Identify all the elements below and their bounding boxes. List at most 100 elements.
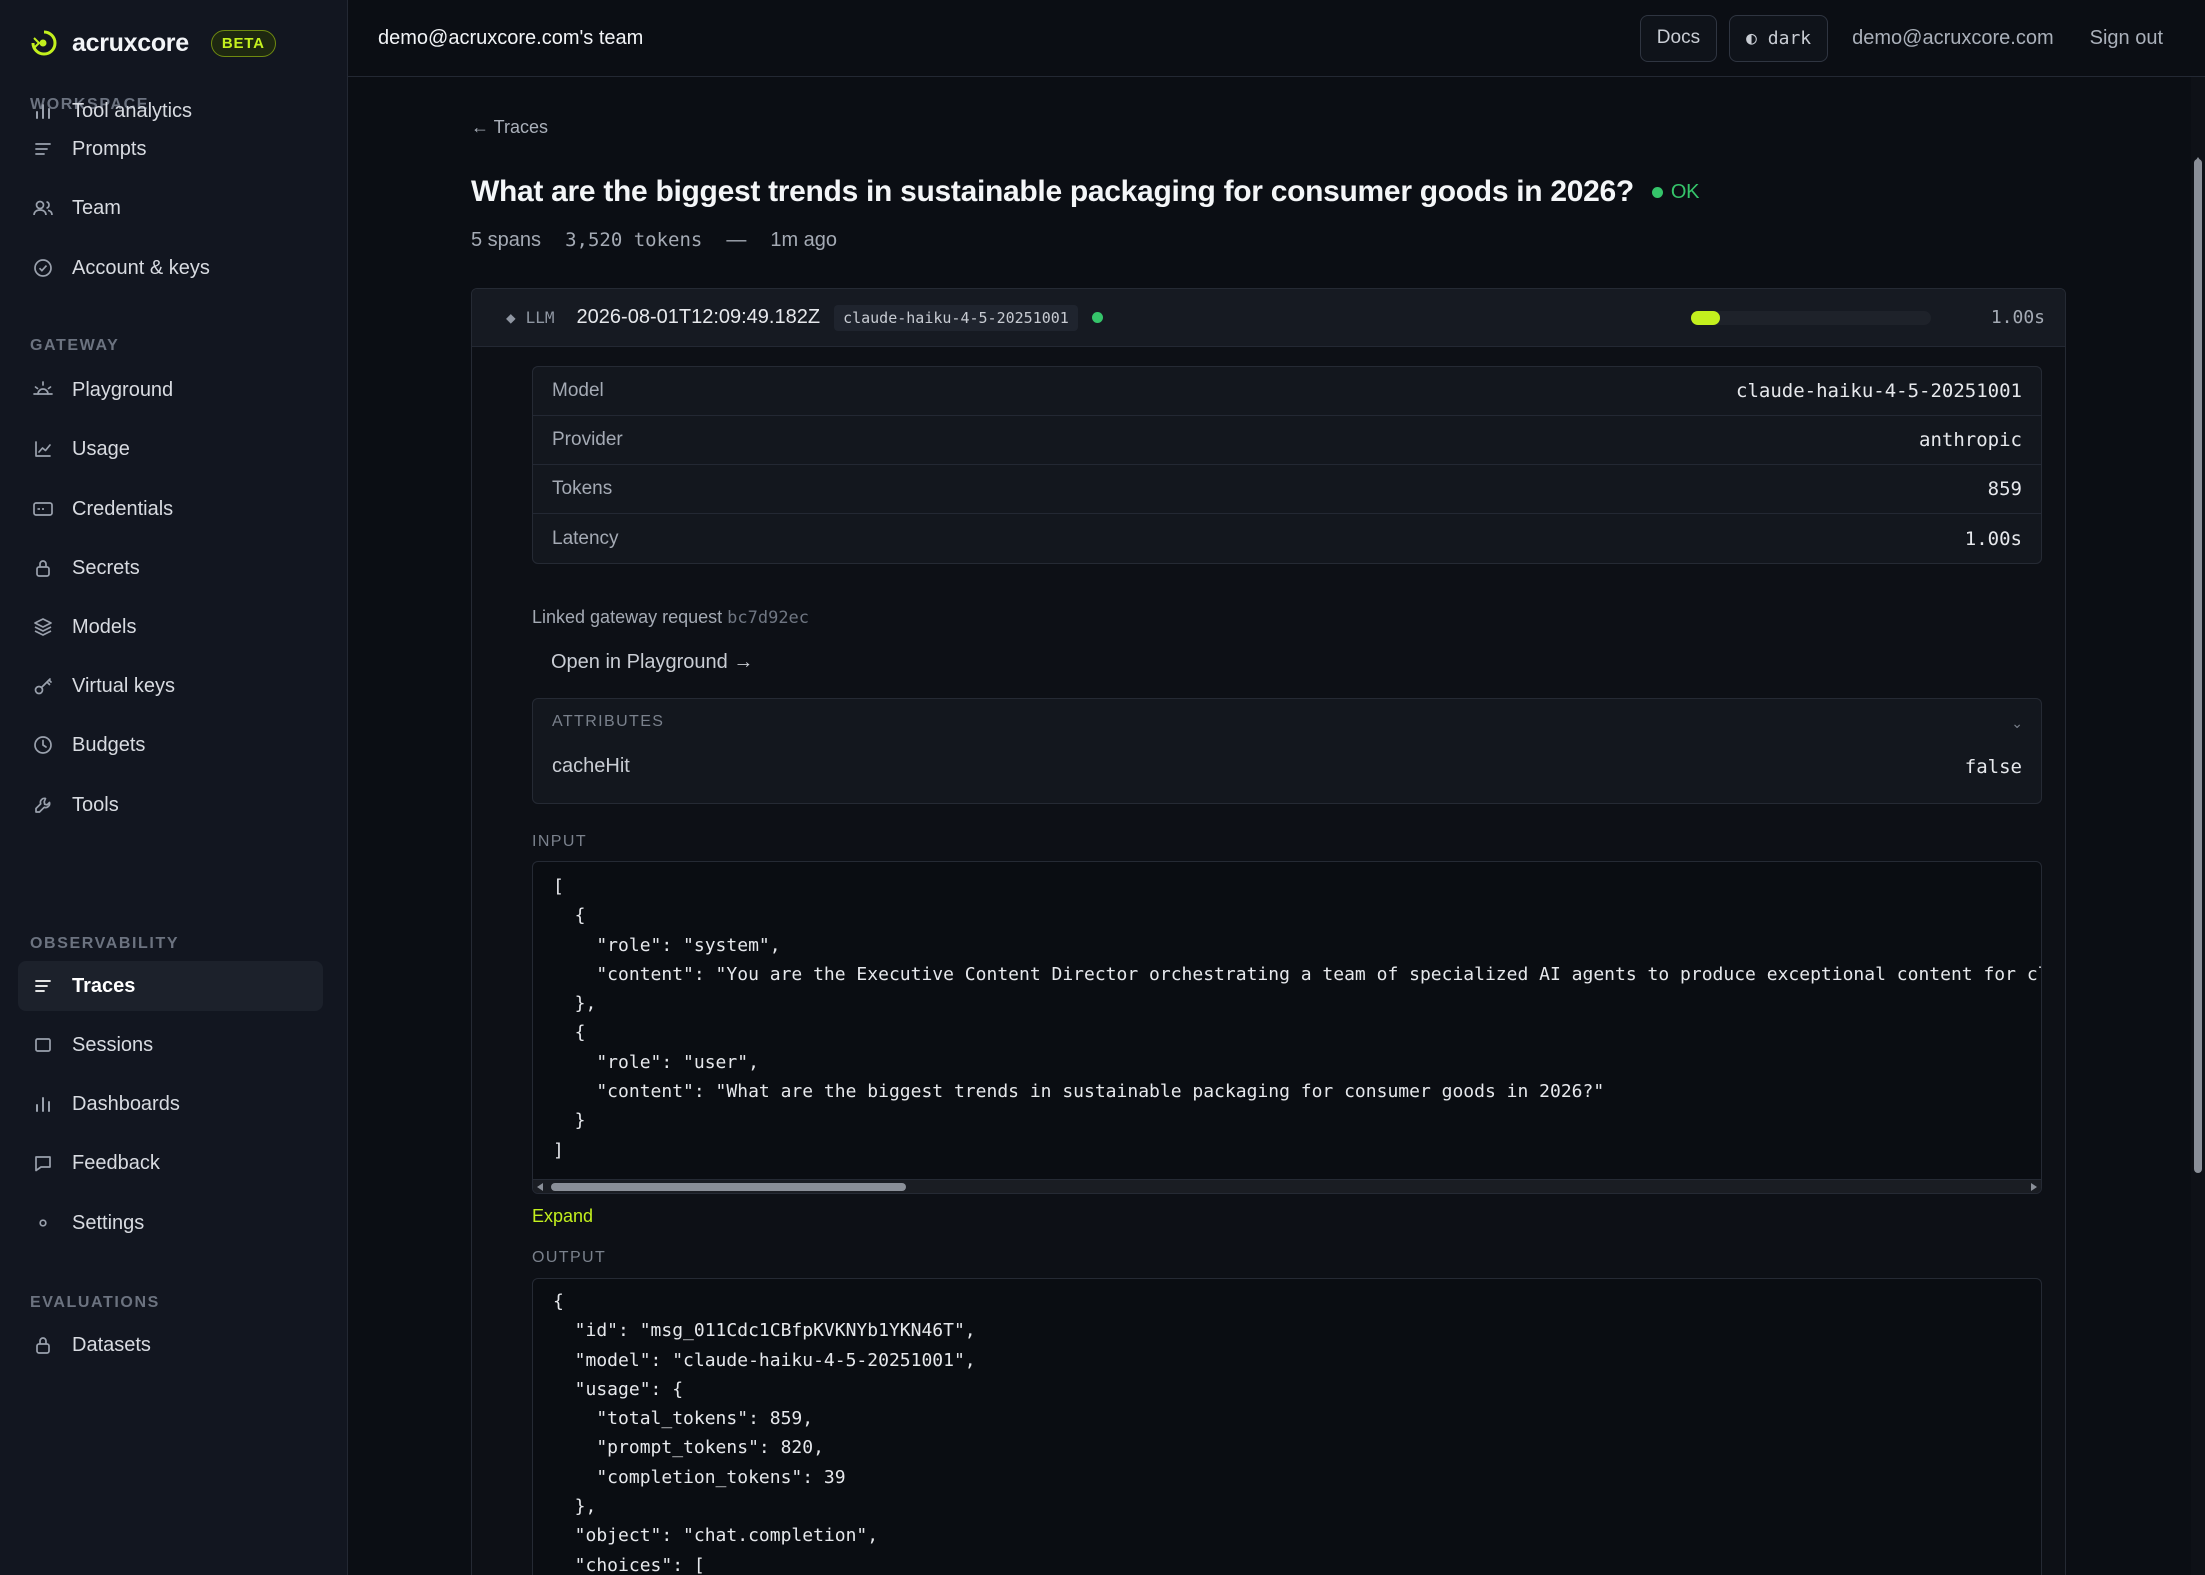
output-code-block[interactable]: { "id": "msg_011Cdc1CBfpKVKNYb1YKN46T", … <box>532 1278 2042 1575</box>
theme-toggle[interactable]: ◐ dark <box>1729 14 1829 62</box>
sidebar-item-label: Credentials <box>72 497 174 520</box>
output-label: OUTPUT <box>532 1249 607 1266</box>
detail-value: 1.00s <box>1964 527 2022 550</box>
input-label: INPUT <box>532 833 587 850</box>
sidebar-item-secrets[interactable]: Secrets <box>18 543 323 593</box>
input-code-line: } <box>553 1110 586 1132</box>
sidebar-section-gateway: GATEWAY <box>30 337 120 354</box>
span-timeline-fill <box>1690 310 1720 325</box>
card-icon <box>32 498 54 520</box>
brand-logo-icon <box>30 29 58 57</box>
sidebar-item-label: Datasets <box>72 1333 151 1356</box>
sidebar-section-observability: OBSERVABILITY <box>30 935 180 952</box>
detail-value: anthropic <box>1919 429 2022 451</box>
detail-value: 859 <box>1987 478 2022 500</box>
output-code-line: "completion_tokens": 39 <box>553 1466 846 1488</box>
sidebar-item-label: Sessions <box>72 1033 154 1056</box>
sidebar-item-budgets[interactable]: Budgets <box>18 720 323 770</box>
layers-icon <box>32 616 54 638</box>
detail-row-latency: Latency 1.00s <box>533 514 2041 563</box>
sidebar-item-account-keys[interactable]: Account & keys <box>18 243 323 293</box>
square-icon <box>32 1034 54 1056</box>
sidebar-item-label: Dashboards <box>72 1092 180 1115</box>
detail-row-model: Model claude-haiku-4-5-20251001 <box>533 367 2041 416</box>
sidebar-item-feedback[interactable]: Feedback <box>18 1138 323 1188</box>
sidebar-item-label: Secrets <box>72 556 140 579</box>
sidebar-item-label: Usage <box>72 437 130 460</box>
input-code-line: "content": "You are the Executive Conten… <box>553 963 2042 985</box>
sidebar-item-label: Virtual keys <box>72 674 176 697</box>
sidebar-item-label: Feedback <box>72 1151 160 1174</box>
sidebar-item-tools[interactable]: Tools <box>18 780 323 830</box>
scroll-right-icon[interactable] <box>2031 1183 2037 1191</box>
sidebar-item-label: Models <box>72 615 137 638</box>
scroll-left-icon[interactable] <box>537 1183 543 1191</box>
sidebar-item-credentials[interactable]: Credentials <box>18 484 323 534</box>
sidebar-item-label: Budgets <box>72 733 146 756</box>
input-code-line: "role": "user", <box>553 1051 759 1073</box>
output-code-line: "id": "msg_011Cdc1CBfpKVKNYb1YKN46T", <box>553 1320 976 1342</box>
input-hscroll-thumb[interactable] <box>551 1183 906 1191</box>
docs-button[interactable]: Docs <box>1639 14 1718 62</box>
expand-input-link[interactable]: Expand <box>532 1206 593 1227</box>
attribute-key: cacheHit <box>552 755 630 777</box>
clock-icon <box>32 734 54 756</box>
sidebar-item-virtual-keys[interactable]: Virtual keys <box>18 661 323 711</box>
input-hscrollbar[interactable] <box>533 1179 2041 1193</box>
sidebar-section-evaluations: EVALUATIONS <box>30 1294 160 1311</box>
wrench-icon <box>32 794 54 816</box>
sidebar-item-playground[interactable]: Playground <box>18 365 323 415</box>
span-header[interactable]: ◆ LLM 2026-08-01T12:09:49.182Z claude-ha… <box>472 289 2065 347</box>
span-kind: ◆ LLM <box>506 308 555 327</box>
user-email[interactable]: demo@acruxcore.com <box>1840 27 2065 50</box>
status-dot-icon <box>1651 186 1663 198</box>
users-icon <box>32 197 54 219</box>
sidebar-item-team[interactable]: Team <box>18 183 323 233</box>
input-code-block[interactable]: [ { "role": "system", "content": "You ar… <box>532 861 2042 1194</box>
brand[interactable]: acruxcore BETA <box>0 0 347 86</box>
status-label: OK <box>1670 180 1700 203</box>
input-code-line: { <box>553 1022 586 1044</box>
back-to-traces-link[interactable]: ← Traces <box>471 117 548 138</box>
sidebar-item-traces[interactable]: Traces <box>18 961 323 1011</box>
team-name[interactable]: demo@acruxcore.com's team <box>378 27 643 50</box>
open-in-playground-link[interactable]: Open in Playground → <box>551 651 753 674</box>
span-count: 5 spans <box>471 229 542 251</box>
span-panel: ◆ LLM 2026-08-01T12:09:49.182Z claude-ha… <box>471 288 2066 1575</box>
bar-chart-icon <box>32 100 54 122</box>
sidebar-item-usage[interactable]: Usage <box>18 424 323 474</box>
output-code-line: "prompt_tokens": 820, <box>553 1437 824 1459</box>
page-scroll-thumb[interactable] <box>2194 159 2202 1173</box>
linked-gateway-request[interactable]: Linked gateway request bc7d92ec <box>532 607 809 628</box>
span-details-card: Model claude-haiku-4-5-20251001 Provider an… <box>532 366 2042 564</box>
sidebar-item-sessions[interactable]: Sessions <box>18 1020 323 1070</box>
chevron-down-icon[interactable]: ⌄ <box>2011 715 2023 732</box>
topbar: demo@acruxcore.com's team Docs ◐ dark de… <box>348 0 2205 77</box>
sidebar-item-label: Team <box>72 196 121 219</box>
trace-meta: 5 spans 3,520 tokens — 1m ago <box>471 229 837 252</box>
token-count: 3,520 tokens <box>565 229 703 251</box>
detail-row-provider: Provider anthropic <box>533 416 2041 465</box>
sidebar-item-tool-analytics[interactable]: Tool analytics <box>18 86 323 136</box>
detail-key: Model <box>552 380 604 401</box>
input-code-line: { <box>553 905 586 927</box>
sidebar-item-settings[interactable]: Settings <box>18 1198 323 1248</box>
sign-out-link[interactable]: Sign out <box>2078 27 2175 50</box>
sidebar-item-datasets[interactable]: Datasets <box>18 1320 323 1370</box>
diamond-icon: ◆ <box>506 308 516 327</box>
main: demo@acruxcore.com's team Docs ◐ dark de… <box>348 0 2205 1575</box>
span-status-dot-icon <box>1091 312 1103 323</box>
model-chip: claude-haiku-4-5-20251001 <box>834 304 1078 331</box>
sidebar-item-dashboards[interactable]: Dashboards <box>18 1079 323 1129</box>
detail-key: Latency <box>552 527 619 549</box>
lock-icon <box>32 557 54 579</box>
trace-age: 1m ago <box>770 229 838 251</box>
page-title: What are the biggest trends in sustainab… <box>471 175 1700 209</box>
brand-name: acruxcore <box>72 28 189 57</box>
input-code-line: ] <box>553 1139 564 1161</box>
message-icon <box>32 1152 54 1174</box>
sidebar-item-models[interactable]: Models <box>18 602 323 652</box>
linked-hash[interactable]: bc7d92ec <box>727 608 809 628</box>
page-scrollbar[interactable] <box>2191 77 2205 1575</box>
sidebar-item-label: Tools <box>72 793 119 816</box>
